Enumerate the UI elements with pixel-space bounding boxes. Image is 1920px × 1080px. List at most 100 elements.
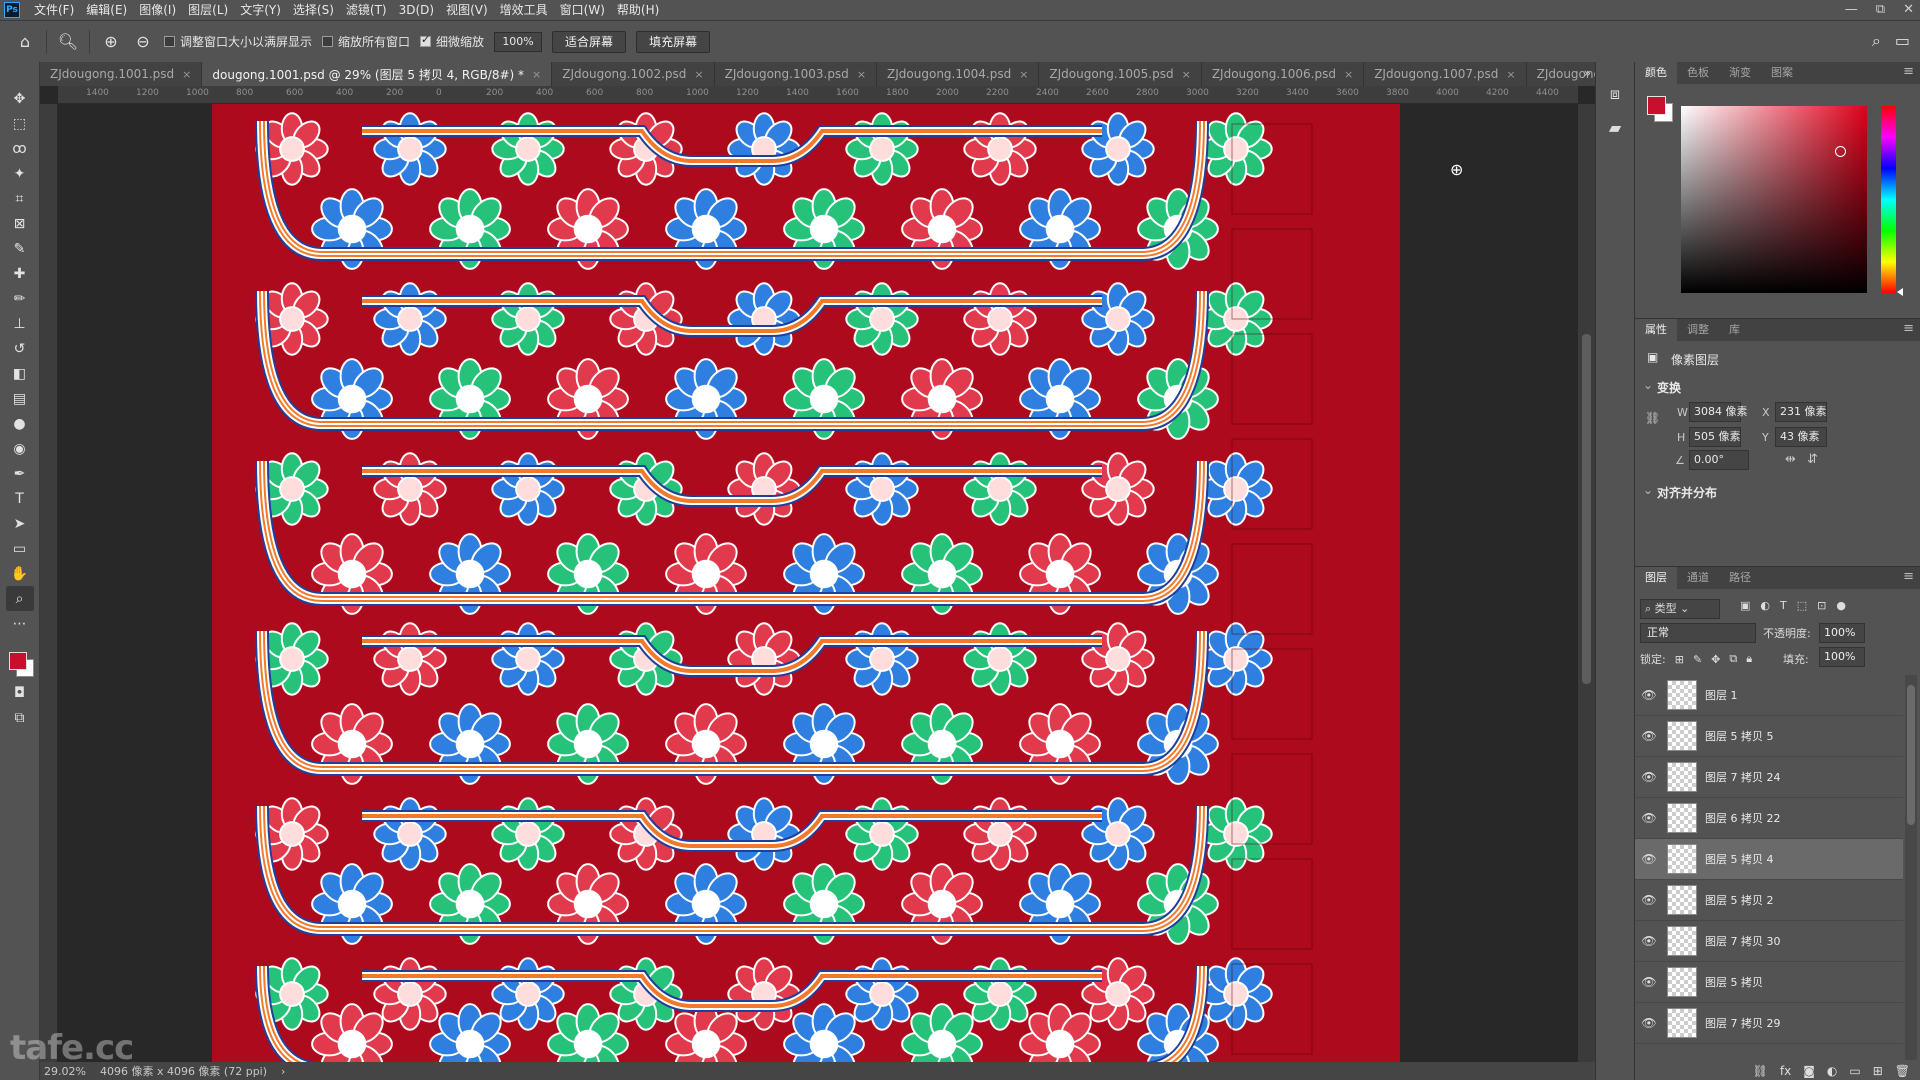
width-field[interactable]: 3084 像素 — [1689, 402, 1748, 422]
tab-paths[interactable]: 路径 — [1719, 567, 1761, 589]
fill-field[interactable]: 100% — [1819, 647, 1865, 667]
close-tab-icon[interactable]: × — [1182, 68, 1191, 81]
search-icon[interactable]: ⌕ — [1872, 31, 1881, 51]
menu-item[interactable]: 选择(S) — [287, 0, 340, 20]
flip-horizontal-icon[interactable]: ⇹ — [1785, 452, 1796, 467]
new-adjustment-layer-icon[interactable]: ◐ — [1827, 1064, 1837, 1078]
document-tab[interactable]: ZJdougong.1005.psd × — [1039, 62, 1202, 86]
zoom-out-icon[interactable]: ⊖ — [132, 31, 154, 53]
visibility-eye-icon[interactable]: 👁︎ — [1635, 770, 1663, 784]
gradient-tool-icon[interactable]: ▤ — [6, 386, 34, 411]
tab-patterns[interactable]: 图案 — [1761, 62, 1803, 84]
tab-adjustments[interactable]: 调整 — [1677, 319, 1719, 341]
fill-screen-button[interactable]: 填充屏幕 — [636, 30, 711, 53]
lock-artboard-icon[interactable]: ⧉ — [1729, 652, 1737, 666]
layer-row[interactable]: 👁︎ 图层 5 拷贝 4 — [1635, 839, 1903, 880]
layer-name[interactable]: 图层 5 拷贝 — [1705, 974, 1763, 990]
magic-wand-tool-icon[interactable]: ✦ — [6, 161, 34, 186]
menu-item[interactable]: 窗口(W) — [554, 0, 611, 20]
clone-stamp-tool-icon[interactable]: ⊥ — [6, 311, 34, 336]
layer-row[interactable]: 👁︎ 图层 7 拷贝 24 — [1635, 757, 1903, 798]
new-layer-icon[interactable]: ⊞ — [1873, 1064, 1883, 1078]
layer-name[interactable]: 图层 5 拷贝 5 — [1705, 728, 1774, 744]
layer-row[interactable]: 👁︎ 图层 6 拷贝 22 — [1635, 798, 1903, 839]
layer-row[interactable]: 👁︎ 图层 5 拷贝 — [1635, 962, 1903, 1003]
chevron-down-icon[interactable]: ⌄ — [1643, 378, 1653, 392]
history-panel-icon[interactable]: ⧈ — [1610, 84, 1620, 104]
foreground-color-swatch[interactable] — [8, 652, 27, 670]
fit-screen-button[interactable]: 适合屏幕 — [552, 30, 627, 53]
dodge-tool-icon[interactable]: ◉ — [6, 436, 34, 461]
home-icon[interactable]: ⌂ — [14, 31, 36, 53]
scrollbar-thumb[interactable] — [1907, 685, 1915, 825]
layer-row[interactable]: 👁︎ 图层 1 — [1635, 675, 1903, 716]
visibility-eye-icon[interactable]: 👁︎ — [1635, 811, 1663, 825]
move-tool-icon[interactable]: ✥ — [6, 86, 34, 111]
layer-style-icon[interactable]: fx — [1780, 1064, 1791, 1078]
close-button[interactable]: ✕ — [1903, 0, 1914, 20]
lasso-tool-icon[interactable]: ꝏ — [6, 136, 34, 161]
scrollbar-thumb[interactable] — [1582, 334, 1591, 684]
layer-row[interactable]: 👁︎ 图层 5 拷贝 5 — [1635, 716, 1903, 757]
menu-item[interactable]: 视图(V) — [440, 0, 494, 20]
menu-item[interactable]: 图层(L) — [182, 0, 234, 20]
lock-position-icon[interactable]: ✥ — [1711, 653, 1720, 666]
layer-name[interactable]: 图层 5 拷贝 4 — [1705, 851, 1774, 867]
frame-tool-icon[interactable]: ⊠ — [6, 211, 34, 236]
panel-menu-icon[interactable]: ≡ — [1903, 569, 1914, 584]
document-tab[interactable]: ZJdougong.1001.psd × — [40, 62, 203, 86]
layer-name[interactable]: 图层 6 拷贝 22 — [1705, 810, 1781, 826]
filter-pixel-icon[interactable]: ▣ — [1740, 599, 1750, 612]
status-menu-arrow[interactable]: › — [281, 1065, 285, 1078]
close-tab-icon[interactable]: × — [1506, 68, 1515, 81]
menu-item[interactable]: 文字(Y) — [234, 0, 287, 20]
tab-overflow-icon[interactable]: » — [1584, 66, 1591, 80]
filter-adjustment-icon[interactable]: ◐ — [1760, 599, 1770, 612]
workspace-icon[interactable]: ▭ — [1895, 31, 1910, 51]
visibility-eye-icon[interactable]: 👁︎ — [1635, 852, 1663, 866]
checkbox-box[interactable] — [322, 36, 334, 47]
lock-image-icon[interactable]: ✎ — [1693, 653, 1702, 666]
close-tab-icon[interactable]: × — [857, 68, 866, 81]
layer-name[interactable]: 图层 7 拷贝 30 — [1705, 933, 1781, 949]
more-tools-icon[interactable]: ⋯ — [6, 611, 34, 636]
layers-scrollbar[interactable] — [1905, 675, 1917, 1060]
checkbox-box[interactable] — [164, 36, 175, 47]
screen-mode-icon[interactable]: ⧉ — [6, 705, 34, 730]
document-tab[interactable]: ZJdougong.1003.psd × — [714, 62, 878, 86]
tab-layers[interactable]: 图层 — [1635, 567, 1677, 589]
resize-windows-checkbox[interactable]: 调整窗口大小以满屏显示 — [164, 33, 312, 50]
x-position-field[interactable]: 231 像素 — [1775, 402, 1827, 422]
close-tab-icon[interactable]: × — [532, 68, 541, 81]
menu-item[interactable]: 图像(I) — [133, 0, 182, 20]
canvas-area[interactable]: ⊕ — [58, 104, 1578, 1066]
tab-color[interactable]: 颜色 — [1635, 62, 1677, 84]
visibility-eye-icon[interactable]: 👁︎ — [1635, 975, 1663, 989]
menu-item[interactable]: 3D(D) — [393, 0, 440, 20]
menu-item[interactable]: 编辑(E) — [80, 0, 133, 20]
align-distribute-section-title[interactable]: 对齐并分布 — [1657, 484, 1717, 501]
quick-mask-icon[interactable]: ◘ — [6, 680, 34, 705]
hue-slider[interactable] — [1881, 106, 1896, 293]
hand-tool-icon[interactable]: ✋ — [6, 561, 34, 586]
document-canvas[interactable] — [212, 104, 1400, 1066]
document-tab[interactable]: dougong.1001.psd @ 29% (图层 5 拷贝 4, RGB/8… — [202, 62, 553, 86]
comments-panel-icon[interactable]: ▰ — [1609, 118, 1621, 137]
lock-transparent-icon[interactable]: ⊞ — [1675, 653, 1684, 666]
zoom-percent-field[interactable]: 100% — [494, 31, 543, 52]
minimize-button[interactable]: — — [1845, 0, 1858, 20]
scrubby-zoom-checkbox[interactable]: 细微缩放 — [420, 33, 484, 50]
panel-menu-icon[interactable]: ≡ — [1903, 64, 1914, 79]
crop-tool-icon[interactable]: ⌗ — [6, 186, 34, 211]
document-tab[interactable]: ZJdougong.1004.psd × — [877, 62, 1040, 86]
blend-mode-select[interactable]: 正常 — [1640, 623, 1756, 643]
canvas-vertical-scrollbar[interactable] — [1578, 104, 1595, 1066]
pen-tool-icon[interactable]: ✒ — [6, 461, 34, 486]
layer-name[interactable]: 图层 7 拷贝 29 — [1705, 1015, 1781, 1031]
restore-button[interactable]: ⧉ — [1876, 0, 1885, 20]
eraser-tool-icon[interactable]: ◧ — [6, 361, 34, 386]
delete-layer-icon[interactable]: 🗑︎ — [1895, 1064, 1910, 1078]
visibility-eye-icon[interactable]: 👁︎ — [1635, 1016, 1663, 1030]
filter-smart-object-icon[interactable]: ⊡ — [1817, 599, 1826, 612]
layer-row[interactable]: 👁︎ 图层 7 拷贝 29 — [1635, 1003, 1903, 1044]
